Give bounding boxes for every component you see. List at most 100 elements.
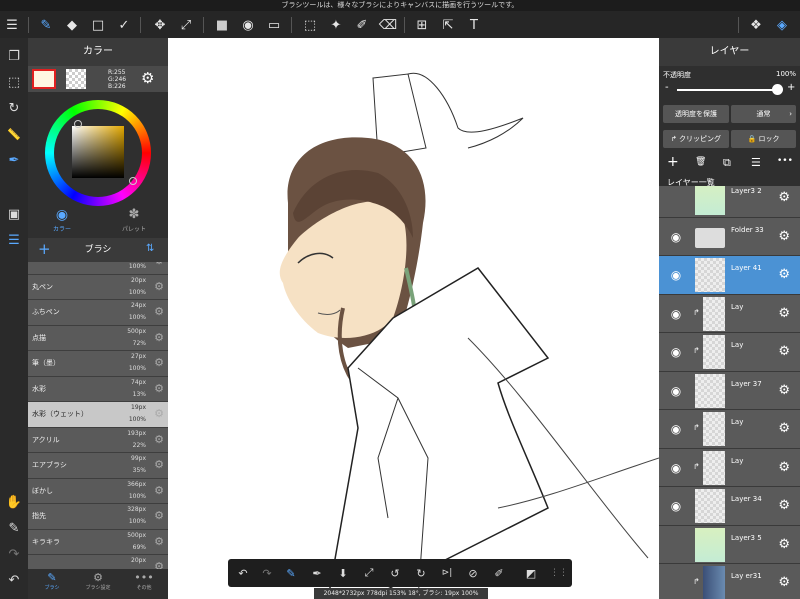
brush-item[interactable]: 丸ペン 20px 100% ⚙ — [28, 274, 168, 300]
grid-handle-icon[interactable]: ⋮⋮ — [550, 564, 568, 582]
brush-item[interactable]: 水彩 74px 13% ⚙ — [28, 376, 168, 402]
visibility-eye-icon[interactable]: ◉ — [665, 306, 687, 322]
brush-gear-icon[interactable]: ⚙ — [154, 560, 164, 569]
materials-icon[interactable]: ❖ — [746, 15, 766, 35]
transform-tool-icon[interactable]: ⤢ — [176, 15, 196, 35]
eyedropper-icon[interactable]: ✒ — [4, 150, 24, 170]
sort-brush-icon[interactable]: ⇅ — [146, 243, 154, 254]
pen-icon[interactable]: ✎ — [4, 518, 24, 538]
brush-item[interactable]: アクリル 193px 22% ⚙ — [28, 427, 168, 453]
layer-gear-icon[interactable]: ⚙ — [778, 344, 790, 359]
brush-item[interactable]: 筆（墨） 27px 100% ⚙ — [28, 351, 168, 377]
brush-tool-icon[interactable]: ✎ — [36, 15, 56, 35]
menu-icon[interactable]: ☰ — [2, 15, 22, 35]
opacity-slider-thumb[interactable] — [772, 84, 783, 95]
primary-color-swatch[interactable] — [32, 69, 56, 89]
brush-item[interactable]: ぼかし 366px 100% ⚙ — [28, 478, 168, 504]
gradient-tool-icon[interactable]: ▭ — [264, 15, 284, 35]
redo-icon[interactable]: ↷ — [258, 564, 276, 582]
visibility-eye-icon[interactable]: ◉ — [665, 344, 687, 360]
brush-gear-icon[interactable]: ⚙ — [154, 382, 164, 395]
select-eraser-icon[interactable]: ⌫ — [378, 15, 398, 35]
visibility-eye-icon[interactable]: ◉ — [665, 383, 687, 399]
brush-settings-tab[interactable]: ⚙ ブラシ設定 — [78, 571, 118, 591]
brush-item[interactable]: 20px ⚙ — [28, 555, 168, 569]
ruler-icon[interactable]: 📏 — [4, 124, 24, 144]
magic-wand-icon[interactable]: ✦ — [326, 15, 346, 35]
layer-row[interactable]: ◉ ↱ Lay ⚙ — [659, 333, 800, 372]
color-picker-handle[interactable] — [129, 177, 137, 185]
lock-button[interactable]: 🔒 ロック — [731, 130, 796, 148]
move-tool-icon[interactable]: ✥ — [150, 15, 170, 35]
saturation-value-square[interactable] — [72, 126, 124, 178]
layer-row[interactable]: ◉ Layer 37 ⚙ — [659, 371, 800, 410]
layer-row[interactable]: ↱ Lay er31 ⚙ — [659, 564, 800, 599]
duplicate-layer-icon[interactable]: ⧉ — [723, 156, 731, 170]
opacity-slider-track[interactable] — [677, 89, 779, 91]
layer-gear-icon[interactable]: ⚙ — [778, 267, 790, 282]
redo-icon[interactable]: ↷ — [4, 544, 24, 564]
operation-tool-icon[interactable]: ⇱ — [438, 15, 458, 35]
brush-gear-icon[interactable]: ⚙ — [154, 458, 164, 471]
rotate-icon[interactable]: ↻ — [4, 98, 24, 118]
fill-color-icon[interactable]: ■ — [212, 15, 232, 35]
layer-gear-icon[interactable]: ⚙ — [778, 537, 790, 552]
layer-gear-icon[interactable]: ⚙ — [778, 460, 790, 475]
layer-more-icon[interactable]: ••• — [777, 156, 793, 166]
eyedropper-icon[interactable]: ✒ — [308, 564, 326, 582]
transform-icon[interactable]: ⤢ — [360, 564, 378, 582]
frame-divider-icon[interactable]: ⊞ — [412, 15, 432, 35]
hand-icon[interactable]: ✋ — [4, 492, 24, 512]
brush-gear-icon[interactable]: ⚙ — [154, 356, 164, 369]
select-rect-icon[interactable]: ⬚ — [300, 15, 320, 35]
secondary-color-swatch[interactable] — [66, 69, 86, 89]
selection-icon[interactable]: ⬚ — [4, 72, 24, 92]
color-panel-toggle-icon[interactable]: ▣ — [4, 204, 24, 224]
hue-picker-handle[interactable] — [74, 120, 82, 128]
layer-gear-icon[interactable]: ⚙ — [778, 190, 790, 205]
brush-gear-icon[interactable]: ⚙ — [154, 433, 164, 446]
blend-mode-select[interactable]: 通常 › — [731, 105, 796, 123]
brush-item[interactable]: 点描 500px 72% ⚙ — [28, 325, 168, 351]
brush-other-tab[interactable]: ••• その他 — [124, 571, 164, 591]
layer-list-icon[interactable]: ☰ — [4, 230, 24, 250]
layer-row[interactable]: ◉ ↱ Lay ⚙ — [659, 294, 800, 333]
tab-color[interactable]: ◉ カラー — [42, 206, 82, 238]
edit-icon[interactable]: ✐ — [490, 564, 508, 582]
protect-alpha-button[interactable]: 透明度を保護 — [663, 105, 729, 123]
eraser-tool-icon[interactable]: ◆ — [62, 15, 82, 35]
trash-icon[interactable]: 🗑 — [695, 157, 706, 167]
brush-gear-icon[interactable]: ⚙ — [154, 262, 164, 267]
opacity-plus-icon[interactable]: + — [787, 82, 795, 93]
bucket-tool-icon[interactable]: ◉ — [238, 15, 258, 35]
flip-icon[interactable]: ⊳| — [438, 564, 456, 582]
correction-tool-icon[interactable]: ✓ — [114, 15, 134, 35]
opacity-minus-icon[interactable]: - — [665, 82, 669, 93]
brush-gear-icon[interactable]: ⚙ — [154, 407, 164, 420]
brush-gear-icon[interactable]: ⚙ — [154, 280, 164, 293]
tab-palette[interactable]: ✽ パレット — [114, 206, 154, 238]
layer-row[interactable]: ◉ Layer 34 ⚙ — [659, 487, 800, 526]
layer-row[interactable]: ◉ ↱ Lay ⚙ — [659, 410, 800, 449]
layer-menu-list-icon[interactable]: ☰ — [751, 156, 761, 169]
visibility-eye-icon[interactable] — [665, 575, 687, 591]
brush-gear-icon[interactable]: ⚙ — [154, 484, 164, 497]
visibility-eye-icon[interactable] — [665, 537, 687, 553]
layer-row[interactable]: Layer3 5 ⚙ — [659, 525, 800, 564]
clipping-button[interactable]: ↱ クリッピング — [663, 130, 729, 148]
brush-icon[interactable]: ✎ — [282, 564, 300, 582]
fill-icon[interactable]: ⬇ — [334, 564, 352, 582]
layer-gear-icon[interactable]: ⚙ — [778, 229, 790, 244]
rotate-right-icon[interactable]: ↻ — [412, 564, 430, 582]
visibility-eye-icon[interactable]: ◉ — [665, 421, 687, 437]
brush-gear-icon[interactable]: ⚙ — [154, 535, 164, 548]
brush-item[interactable]: エアブラシ 99px 35% ⚙ — [28, 453, 168, 479]
text-tool-icon[interactable]: T — [464, 15, 484, 35]
snap-off-icon[interactable]: ⊘ — [464, 564, 482, 582]
visibility-eye-icon[interactable]: ◉ — [665, 267, 687, 283]
color-settings-gear-icon[interactable]: ⚙ — [141, 69, 154, 87]
brush-gear-icon[interactable]: ⚙ — [154, 305, 164, 318]
brush-gear-icon[interactable]: ⚙ — [154, 331, 164, 344]
add-layer-icon[interactable]: + — [667, 154, 679, 170]
visibility-eye-icon[interactable]: ◉ — [665, 460, 687, 476]
